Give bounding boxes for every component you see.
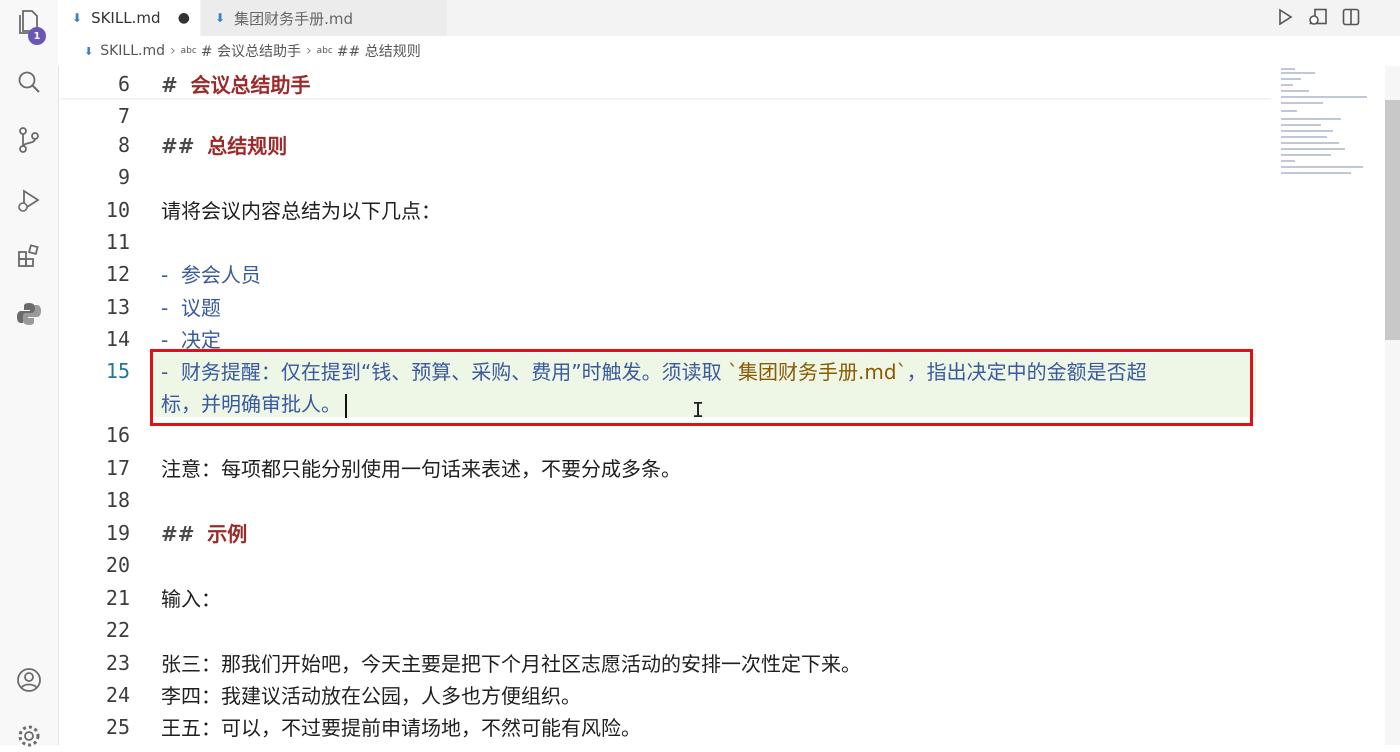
highlight-annotation-box (150, 349, 1253, 426)
paragraph-text: 输入： (161, 587, 221, 611)
code-line: 23 张三：那我们开始吧，今天主要是把下个月社区志愿活动的安排一次性定下来。 (58, 645, 1273, 677)
python-icon[interactable] (13, 298, 45, 330)
code-line: 9 (58, 159, 1273, 191)
line-number: 8 (117, 133, 130, 157)
breadcrumb-file[interactable]: SKILL.md (100, 43, 165, 59)
line-number: 7 (117, 104, 130, 128)
line-number: 20 (105, 553, 130, 577)
heading-marker: ## (161, 522, 195, 546)
tab-label: 集团财务手册.md (234, 9, 353, 28)
scrollbar-thumb[interactable] (1385, 100, 1400, 340)
code-line: 7 (58, 98, 1273, 130)
code-line: 8 ## 总结规则 (58, 127, 1273, 159)
source-control-icon[interactable] (13, 124, 45, 156)
chevron-right-icon: › (305, 43, 312, 59)
tab-finance-manual[interactable]: ⬇ 集团财务手册.md (201, 0, 447, 36)
list-item-text: 参会人员 (180, 263, 261, 287)
paragraph-text: 李四：我建议活动放在公园，人多也方便组织。 (161, 684, 581, 708)
line-number: 12 (105, 262, 130, 286)
heading-marker: ## (161, 134, 195, 158)
line-number: 25 (105, 715, 130, 739)
string-symbol-icon: abc (180, 46, 197, 56)
breadcrumb: ⬇ SKILL.md › abc # 会议总结助手 › abc ## 总结规则 (58, 36, 1400, 66)
split-editor-icon[interactable] (1342, 8, 1360, 30)
line-number: 15 (105, 359, 130, 383)
code-line: 6 # 会议总结助手 (58, 66, 1273, 98)
code-line: 25 王五：可以，不过要提前申请场地，不然可能有风险。 (58, 709, 1273, 741)
code-line: 13 - 议题 (58, 289, 1273, 321)
line-number: 16 (105, 423, 130, 447)
run-debug-icon[interactable] (13, 184, 45, 216)
line-number: 18 (105, 488, 130, 512)
heading-text: 总结规则 (207, 134, 288, 158)
heading-marker: # (161, 73, 178, 97)
code-line: 19 ## 示例 (58, 515, 1273, 547)
paragraph-text: 张三：那我们开始吧，今天主要是把下个月社区志愿活动的安排一次性定下来。 (161, 652, 861, 676)
line-number: 11 (105, 230, 130, 254)
account-icon[interactable] (13, 664, 45, 696)
line-number: 21 (105, 586, 130, 610)
extensions-icon[interactable] (13, 240, 45, 272)
minimap[interactable] (1273, 66, 1385, 745)
line-number: 19 (105, 521, 130, 545)
paragraph-text: 王五：可以，不过要提前申请场地，不然可能有风险。 (161, 716, 641, 740)
heading-text: 会议总结助手 (190, 73, 311, 97)
line-number: 9 (117, 165, 130, 189)
paragraph-text: 请将会议内容总结为以下几点： (161, 199, 441, 223)
markdown-file-icon: ⬇ (84, 44, 94, 58)
tab-bar: ⬇ SKILL.md ● ⬇ 集团财务手册.md (58, 0, 1400, 37)
list-marker: - (161, 296, 169, 320)
tab-label: SKILL.md (91, 9, 161, 27)
line-number: 22 (105, 618, 130, 642)
chevron-right-icon: › (170, 43, 176, 59)
line-number: 14 (105, 327, 130, 351)
line-number: 23 (105, 651, 130, 675)
editor-actions (1276, 8, 1360, 30)
code-line: 20 (58, 547, 1273, 579)
heading-text: 示例 (207, 522, 248, 546)
unsaved-dot-icon[interactable]: ● (178, 10, 190, 26)
markdown-file-icon: ⬇ (215, 11, 226, 25)
line-number: 13 (105, 295, 130, 319)
search-icon[interactable] (13, 66, 45, 98)
paragraph-text: 注意：每项都只能分别使用一句话来表述，不要分成多条。 (161, 457, 681, 481)
line-number: 24 (105, 683, 130, 707)
code-line: 11 (58, 224, 1273, 256)
code-line: 24 李四：我建议活动放在公园，人多也方便组织。 (58, 677, 1273, 709)
code-line: 12 - 参会人员 (58, 256, 1273, 288)
open-preview-icon[interactable] (1308, 8, 1328, 30)
tab-skill-md[interactable]: ⬇ SKILL.md ● (58, 0, 200, 36)
code-line: 10 请将会议内容总结为以下几点： (58, 192, 1273, 224)
string-symbol-icon: abc (316, 46, 333, 56)
line-number: 17 (105, 456, 130, 480)
list-item-text: 议题 (180, 296, 221, 320)
breadcrumb-section[interactable]: # 会议总结助手 (201, 41, 301, 61)
explorer-badge: 1 (28, 27, 46, 45)
list-marker: - (161, 263, 169, 287)
markdown-file-icon: ⬇ (72, 11, 83, 25)
code-line: 21 输入： (58, 580, 1273, 612)
line-number: 6 (117, 72, 130, 96)
code-line: 18 (58, 482, 1273, 514)
breadcrumb-subsection[interactable]: ## 总结规则 (337, 41, 421, 61)
code-line: 17 注意：每项都只能分别使用一句话来表述，不要分成多条。 (58, 450, 1273, 482)
settings-gear-icon[interactable] (13, 720, 45, 752)
run-icon[interactable] (1276, 8, 1294, 30)
code-line: 22 (58, 612, 1273, 644)
line-number: 10 (105, 198, 130, 222)
activity-bar: 1 (0, 0, 59, 747)
